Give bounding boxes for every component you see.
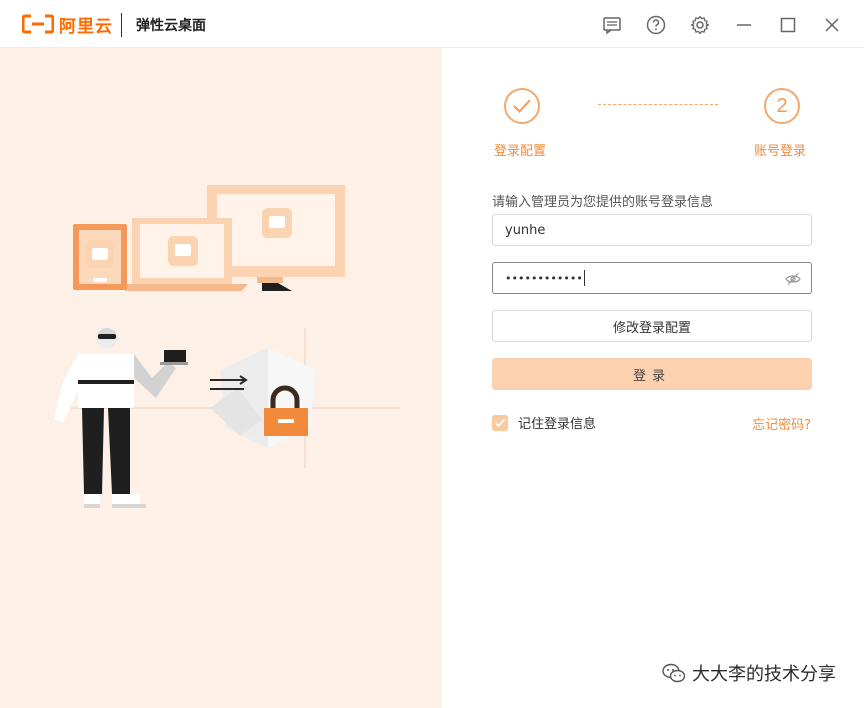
eye-hidden-icon[interactable] [785, 271, 801, 287]
username-value: yunhe [505, 222, 546, 238]
illustration-panel [0, 48, 442, 708]
title-divider [121, 13, 122, 37]
text-caret [583, 270, 585, 286]
login-panel: 登录配置 2 账号登录 请输入管理员为您提供的账号登录信息 yunhe ••••… [442, 48, 864, 708]
close-icon[interactable] [821, 14, 843, 36]
checkbox-checked-icon[interactable] [492, 414, 508, 431]
remember-login-checkbox[interactable]: 记住登录信息 [492, 413, 596, 432]
step2-number: 2 [776, 94, 788, 117]
watermark: 大大李的技术分享 [662, 660, 836, 686]
watermark-text: 大大李的技术分享 [692, 664, 836, 685]
desktop-illustration [54, 185, 400, 508]
help-icon[interactable] [645, 14, 667, 36]
minimize-icon[interactable] [733, 14, 755, 36]
username-input[interactable]: yunhe [492, 214, 812, 246]
password-input[interactable]: •••••••••••• [492, 262, 812, 294]
message-icon[interactable] [601, 14, 623, 36]
step-connector [598, 104, 718, 105]
form-instruction: 请输入管理员为您提供的账号登录信息 [492, 195, 714, 210]
password-mask: •••••••••••• [505, 271, 583, 285]
remember-label: 记住登录信息 [518, 417, 597, 432]
aliyun-logo: 阿里云 [21, 12, 113, 37]
maximize-icon[interactable] [777, 14, 799, 36]
title-bar: 阿里云 弹性云桌面 [0, 0, 864, 48]
app-title: 弹性云桌面 [136, 18, 206, 34]
step1-label: 登录配置 [494, 144, 547, 159]
brand-name: 阿里云 [59, 16, 113, 37]
modify-config-button[interactable]: 修改登录配置 [492, 310, 812, 342]
step2-indicator: 2 [764, 88, 800, 124]
forgot-password-link[interactable]: 忘记密码? [752, 414, 811, 433]
step2-label: 账号登录 [754, 144, 807, 159]
aliyun-logo-icon [21, 14, 55, 34]
login-button[interactable]: 登录 [492, 358, 812, 390]
step1-check-icon [504, 88, 540, 124]
wechat-icon [662, 663, 686, 683]
settings-icon[interactable] [689, 14, 711, 36]
